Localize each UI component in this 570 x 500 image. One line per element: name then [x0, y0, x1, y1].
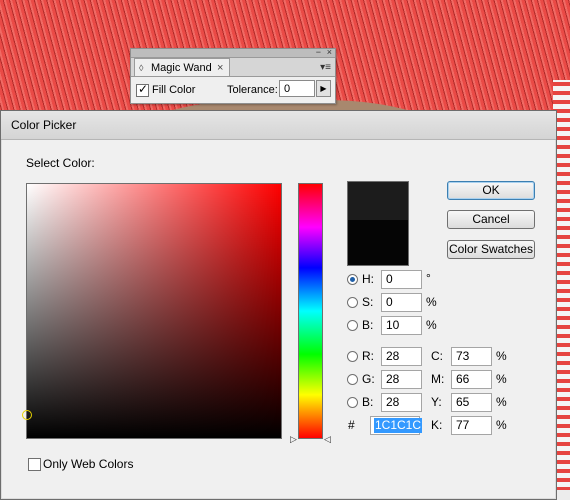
only-web-colors-checkbox[interactable]: [28, 458, 41, 471]
cyan-input[interactable]: 73: [451, 347, 492, 366]
cyan-unit: %: [496, 349, 507, 363]
color-marker[interactable]: [22, 410, 32, 420]
new-color-swatch: [348, 182, 408, 220]
black-unit: %: [496, 418, 507, 432]
saturation-label: S:: [362, 295, 374, 309]
saturation-radio[interactable]: [347, 297, 358, 308]
close-panel-icon[interactable]: ×: [327, 48, 332, 57]
saturation-brightness-field[interactable]: [22, 183, 282, 439]
yellow-label: Y:: [431, 395, 442, 409]
magenta-label: M:: [431, 372, 445, 386]
brightness-label: B:: [362, 318, 374, 332]
blue-radio[interactable]: [347, 397, 358, 408]
green-radio[interactable]: [347, 374, 358, 385]
cyan-label: C:: [431, 349, 443, 363]
color-swatches-button[interactable]: Color Swatches: [447, 240, 535, 259]
hex-label: #: [348, 418, 355, 432]
tolerance-input[interactable]: 0: [279, 80, 315, 97]
color-picker-dialog: Color Picker Select Color: ▷ ◁ OK Cancel…: [0, 110, 557, 500]
hex-input[interactable]: 1C1C1C: [370, 416, 423, 435]
brightness-radio[interactable]: [347, 320, 358, 331]
tab-label: Magic Wand: [151, 62, 212, 74]
magenta-input[interactable]: 66: [451, 370, 492, 389]
hue-label: H:: [362, 272, 374, 286]
cancel-button[interactable]: Cancel: [447, 210, 535, 229]
hue-input[interactable]: 0: [381, 270, 422, 289]
fill-color-label: Fill Color: [152, 84, 196, 96]
tolerance-label: Tolerance:: [227, 84, 278, 96]
brightness-unit: %: [426, 318, 437, 332]
blue-label: B:: [362, 395, 374, 409]
hue-unit: °: [426, 271, 431, 285]
fill-color-checkbox[interactable]: ✓: [136, 82, 149, 97]
green-input[interactable]: 28: [381, 370, 422, 389]
hue-slider[interactable]: [298, 183, 323, 439]
dialog-title-bar[interactable]: Color Picker: [1, 111, 556, 140]
red-input[interactable]: 28: [381, 347, 422, 366]
minimize-icon[interactable]: −: [316, 48, 321, 57]
ok-button[interactable]: OK: [447, 181, 535, 200]
only-web-colors-label: Only Web Colors: [43, 457, 134, 471]
current-color-swatch[interactable]: [348, 220, 408, 265]
brightness-input[interactable]: 10: [381, 316, 422, 335]
blue-input[interactable]: 28: [381, 393, 422, 412]
panel-menu-icon[interactable]: ▾≡: [320, 62, 331, 73]
color-preview: [347, 181, 409, 266]
saturation-unit: %: [426, 295, 437, 309]
hue-radio[interactable]: [347, 274, 358, 285]
magic-wand-panel: − × ◊ Magic Wand × ▾≡ ✓ Fill Color Toler…: [130, 48, 336, 104]
panel-title-bar[interactable]: − ×: [131, 48, 335, 58]
tolerance-stepper-icon[interactable]: ▶: [316, 80, 331, 97]
yellow-input[interactable]: 65: [451, 393, 492, 412]
hue-slider-left-arrow-icon[interactable]: ▷: [290, 434, 297, 445]
hue-slider-right-arrow-icon[interactable]: ◁: [324, 434, 331, 445]
yellow-unit: %: [496, 395, 507, 409]
black-label: K:: [431, 418, 443, 432]
green-label: G:: [362, 372, 375, 386]
panel-toggle-icon[interactable]: ◊: [139, 59, 143, 77]
magenta-unit: %: [496, 372, 507, 386]
check-icon: ✓: [138, 82, 149, 96]
tab-magic-wand[interactable]: ◊ Magic Wand ×: [134, 58, 230, 77]
tab-close-icon[interactable]: ×: [217, 59, 223, 77]
red-label: R:: [362, 349, 374, 363]
black-input[interactable]: 77: [451, 416, 492, 435]
select-color-label: Select Color:: [26, 156, 95, 170]
dialog-title: Color Picker: [11, 118, 77, 132]
red-radio[interactable]: [347, 351, 358, 362]
saturation-input[interactable]: 0: [381, 293, 422, 312]
hex-value: 1C1C1C: [374, 418, 423, 433]
panel-body: ✓ Fill Color Tolerance: 0 ▶: [131, 76, 335, 103]
